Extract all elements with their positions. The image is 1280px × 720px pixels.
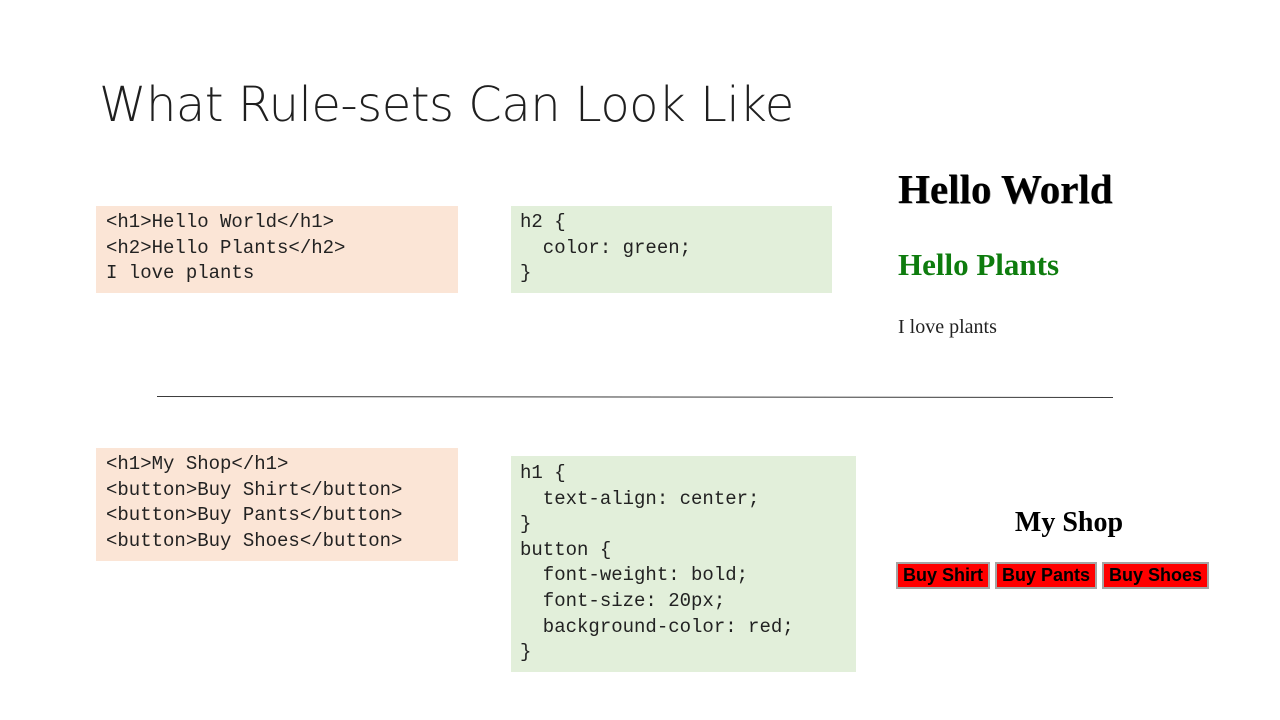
html-code-box-example-2: <h1>My Shop</h1> <button>Buy Shirt</butt… — [96, 448, 458, 561]
buy-pants-button[interactable]: Buy Pants — [995, 562, 1098, 589]
section-divider — [156, 396, 1113, 399]
slide-title: What Rule-sets Can Look Like — [99, 77, 794, 133]
preview-heading-hello-world: Hello World — [898, 166, 1113, 212]
shop-button-group: Buy Shirt Buy Pants Buy Shoes — [896, 562, 1210, 589]
html-code-box-example-1: <h1>Hello World</h1> <h2>Hello Plants</h… — [96, 206, 458, 293]
css-code-box-example-2: h1 { text-align: center; } button { font… — [511, 456, 856, 672]
buy-shirt-button[interactable]: Buy Shirt — [896, 562, 991, 589]
preview-text-i-love-plants: I love plants — [898, 316, 997, 338]
preview-heading-my-shop: My Shop — [1014, 507, 1124, 538]
buy-shoes-button[interactable]: Buy Shoes — [1102, 562, 1210, 589]
css-code-box-example-1: h2 { color: green; } — [511, 206, 832, 293]
preview-subheading-hello-plants: Hello Plants — [898, 247, 1060, 282]
